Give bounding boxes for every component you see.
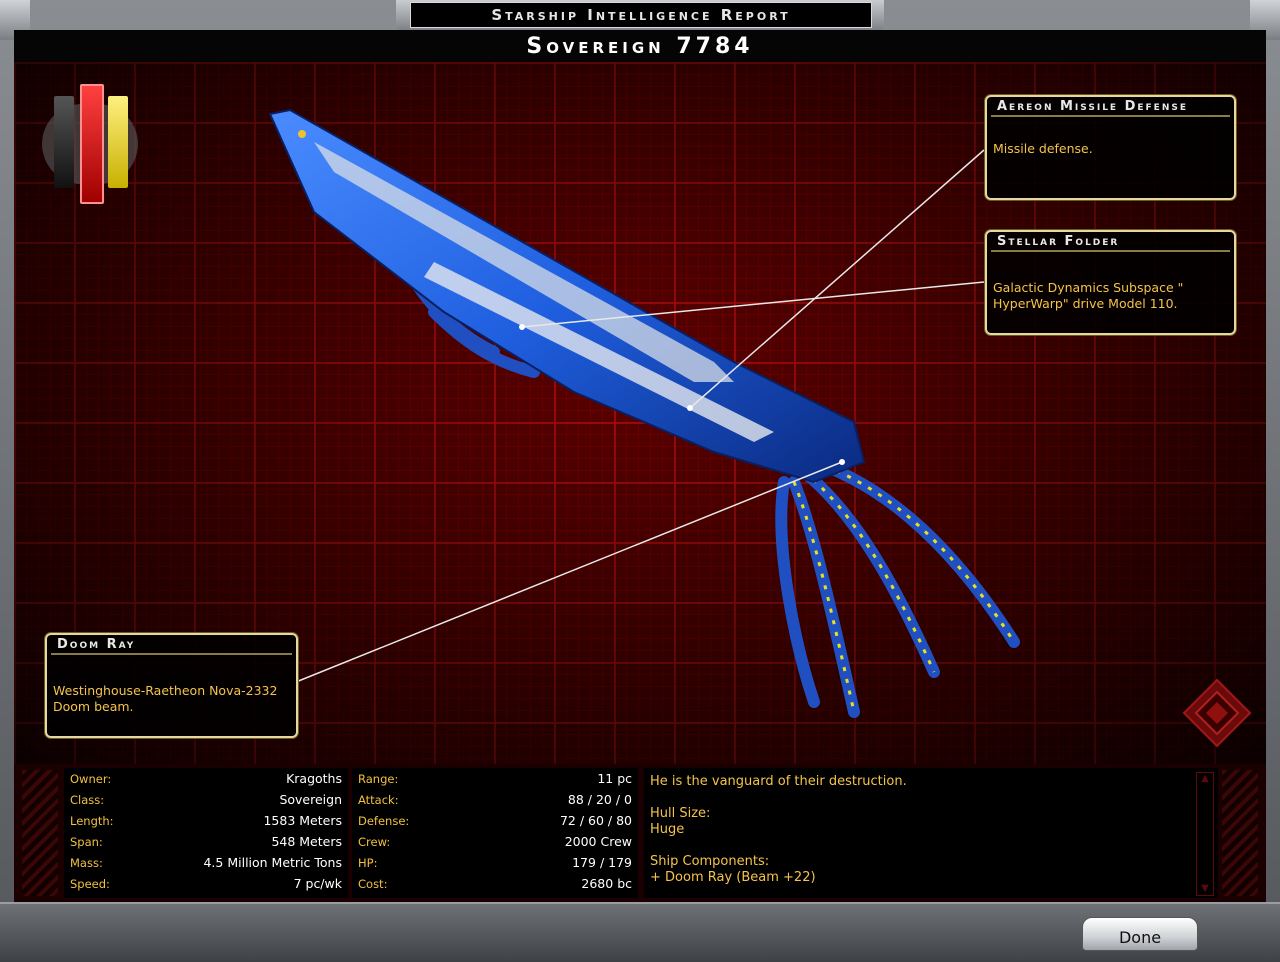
callout-missile-defense: Aereon Missile Defense Missile defense. bbox=[985, 95, 1236, 200]
stat-row: Crew: 2000 Crew bbox=[358, 834, 632, 849]
components-label: Ship Components: bbox=[650, 854, 770, 869]
toggle-bar-black bbox=[54, 96, 74, 188]
stat-row: Mass: 4.5 Million Metric Tons bbox=[70, 855, 342, 870]
ship-description: He is the vanguard of their destruction.… bbox=[644, 768, 1218, 898]
panel-hatch-right bbox=[1222, 770, 1258, 896]
ship-beacon bbox=[298, 130, 306, 138]
callout-body: Missile defense. bbox=[993, 141, 1093, 156]
ship-name: Sovereign 7784 bbox=[526, 33, 754, 59]
stats-middle: Range: 11 pc Attack: 88 / 20 / 0 Defense: 7… bbox=[352, 768, 638, 898]
stat-row: Speed: 7 pc/wk bbox=[70, 876, 342, 891]
stat-row: Range: 11 pc bbox=[358, 771, 632, 786]
stat-row: Class: Sovereign bbox=[70, 792, 342, 807]
stat-row: HP: 179 / 179 bbox=[358, 855, 632, 870]
ship-name-bar: Sovereign 7784 bbox=[14, 30, 1266, 62]
title-plate: Starship Intelligence Report bbox=[410, 2, 872, 28]
rotate-view-icon[interactable] bbox=[1182, 678, 1252, 748]
panel-hatch-left bbox=[22, 770, 58, 896]
stat-row: Length: 1583 Meters bbox=[70, 813, 342, 828]
stats-left: Owner: Kragoths Class: Sovereign Length: 15… bbox=[64, 768, 348, 898]
callout-doom-ray: Doom Ray Westinghouse-Raetheon Nova-2332… bbox=[45, 633, 298, 738]
done-button[interactable]: Done bbox=[1082, 917, 1198, 951]
callout-body: Galactic Dynamics Subspace " HyperWarp" … bbox=[993, 280, 1184, 311]
ship-tagline: He is the vanguard of their destruction. bbox=[650, 774, 907, 789]
scroll-up-icon[interactable]: ▲ bbox=[1197, 773, 1213, 785]
info-panel: Owner: Kragoths Class: Sovereign Length: 15… bbox=[14, 764, 1266, 902]
hull-size-value: Huge bbox=[650, 822, 685, 837]
toggle-bar-yellow bbox=[108, 96, 128, 188]
callout-title: Aereon Missile Defense bbox=[991, 97, 1230, 117]
stat-row: Span: 548 Meters bbox=[70, 834, 342, 849]
callout-stellar-folder: Stellar Folder Galactic Dynamics Subspac… bbox=[985, 230, 1236, 335]
scroll-down-icon[interactable]: ▼ bbox=[1197, 883, 1213, 895]
stat-row: Cost: 2680 bc bbox=[358, 876, 632, 891]
stat-row: Attack: 88 / 20 / 0 bbox=[358, 792, 632, 807]
callout-body: Westinghouse-Raetheon Nova-2332 Doom bea… bbox=[53, 683, 278, 714]
view-toggle-icon[interactable] bbox=[42, 84, 142, 204]
stat-row: Defense: 72 / 60 / 80 bbox=[358, 813, 632, 828]
stat-row: Owner: Kragoths bbox=[70, 771, 342, 786]
component-item: + Doom Ray (Beam +22) bbox=[650, 870, 816, 885]
callout-title: Stellar Folder bbox=[991, 232, 1230, 252]
callout-title: Doom Ray bbox=[51, 635, 292, 655]
toggle-bar-red bbox=[80, 84, 104, 204]
report-title: Starship Intelligence Report bbox=[491, 6, 791, 24]
hull-size-label: Hull Size: bbox=[650, 806, 711, 821]
description-scrollbar[interactable]: ▲ ▼ bbox=[1196, 772, 1214, 896]
